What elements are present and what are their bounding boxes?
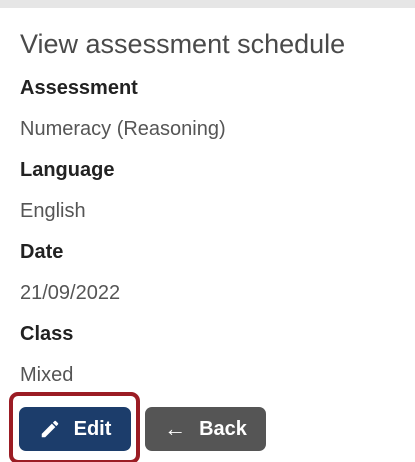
assessment-schedule-page: View assessment schedule Assessment Nume… <box>0 0 415 462</box>
edit-button[interactable]: Edit <box>19 407 131 451</box>
back-button[interactable]: ← Back <box>145 407 266 451</box>
language-value: English <box>20 200 86 222</box>
date-label: Date <box>20 241 64 263</box>
schedule-details-panel: View assessment schedule Assessment Nume… <box>20 26 415 403</box>
pencil-icon <box>39 418 61 440</box>
class-label: Class <box>20 323 74 345</box>
date-value: 21/09/2022 <box>20 282 121 304</box>
arrow-left-icon: ← <box>164 416 187 441</box>
action-bar: Edit ← Back <box>9 392 409 462</box>
language-label: Language <box>20 159 115 181</box>
class-value: Mixed <box>20 364 74 386</box>
assessment-value: Numeracy (Reasoning) <box>20 118 226 140</box>
page-title: View assessment schedule <box>20 29 346 59</box>
assessment-label: Assessment <box>20 77 138 99</box>
top-divider <box>0 0 415 8</box>
edit-button-label: Edit <box>73 417 112 440</box>
back-button-label: Back <box>199 417 247 440</box>
